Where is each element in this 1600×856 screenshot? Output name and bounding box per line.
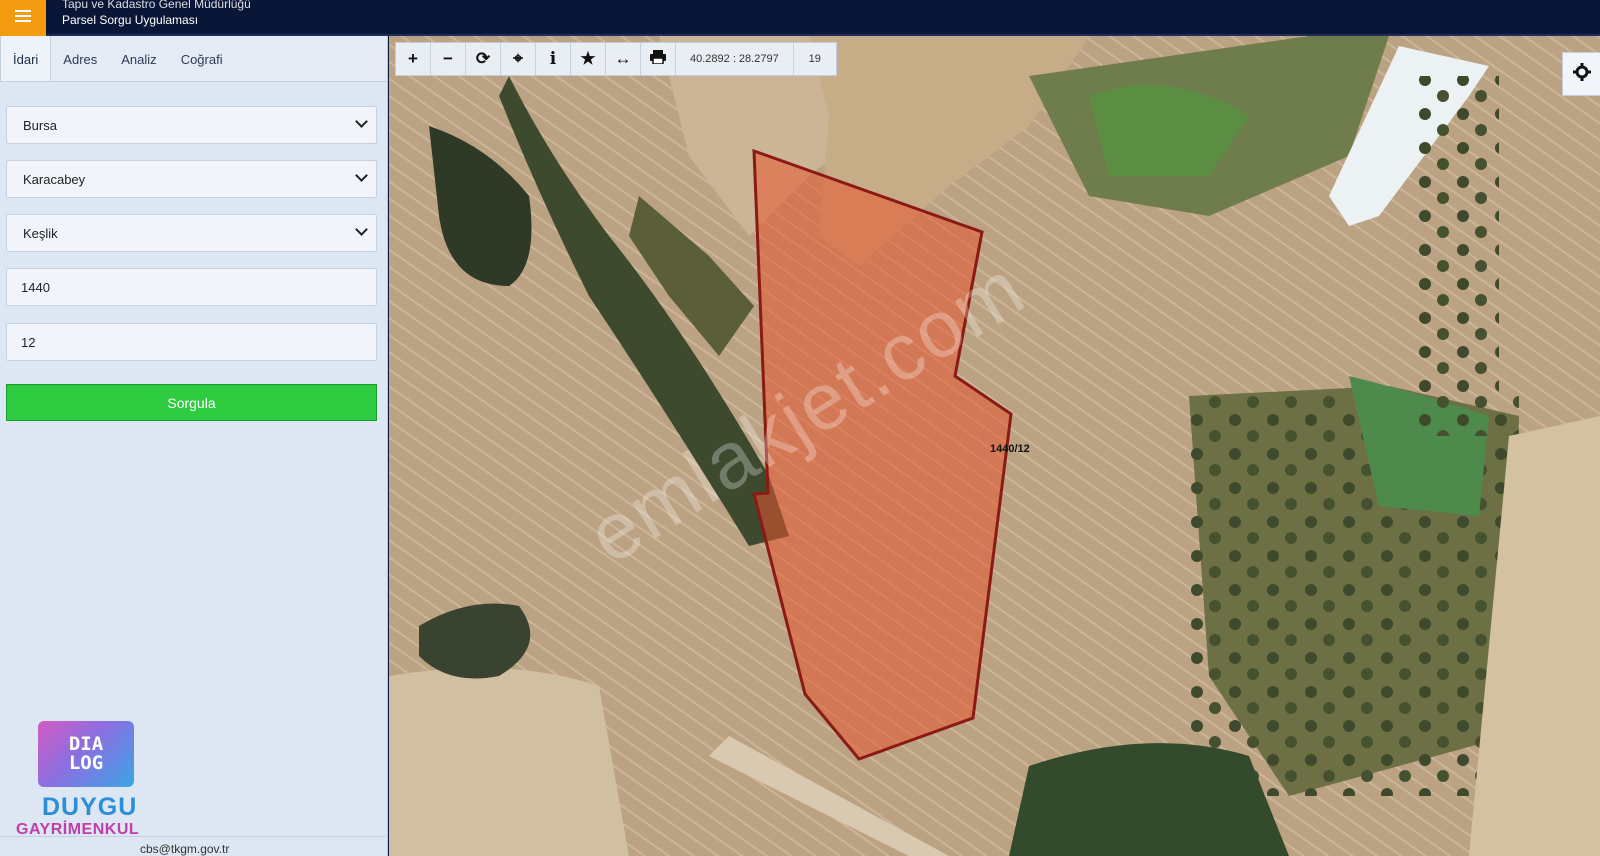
measure-icon: ↔ xyxy=(614,49,632,68)
menu-button[interactable] xyxy=(0,0,46,36)
print-button[interactable] xyxy=(641,43,676,75)
sidebar: İdari Adres Analiz Coğrafi Bursa Karacab… xyxy=(0,36,388,856)
measure-button[interactable]: ↔ xyxy=(606,43,641,75)
map-settings-button[interactable] xyxy=(1562,52,1600,96)
printer-icon xyxy=(650,49,666,69)
tab-cografi[interactable]: Coğrafi xyxy=(169,36,235,81)
star-icon: ★ xyxy=(580,49,596,68)
logo-name: DUYGU xyxy=(42,793,138,821)
block-number-value: 1440 xyxy=(21,279,50,295)
app-title: Parsel Sorgu Uygulaması xyxy=(62,13,199,27)
chevron-down-icon xyxy=(355,115,368,128)
plus-icon: + xyxy=(408,49,418,68)
province-value: Bursa xyxy=(23,117,57,133)
map-toolbar: + − ⟳ ⌖ i ★ ↔ 40.2892 : 28.2797 19 xyxy=(395,42,837,76)
query-button[interactable]: Sorgula xyxy=(6,384,377,421)
zoom-out-button[interactable]: − xyxy=(431,43,466,75)
chevron-down-icon xyxy=(355,169,368,182)
tab-bar: İdari Adres Analiz Coğrafi xyxy=(0,36,387,82)
tab-adres[interactable]: Adres xyxy=(51,36,109,81)
neighborhood-value: Keşlik xyxy=(23,225,58,241)
district-select[interactable]: Karacabey xyxy=(6,160,377,198)
chevron-down-icon xyxy=(355,223,368,236)
info-button[interactable]: i xyxy=(536,43,571,75)
tab-analiz[interactable]: Analiz xyxy=(109,36,168,81)
hamburger-icon xyxy=(15,9,31,27)
minus-icon: − xyxy=(443,49,453,68)
top-bar: Tapu ve Kadastro Genel Müdürlüğü Parsel … xyxy=(0,0,1600,36)
favorite-button[interactable]: ★ xyxy=(571,43,606,75)
coordinates-readout: 40.2892 : 28.2797 xyxy=(676,43,794,75)
district-value: Karacabey xyxy=(23,171,86,187)
crosshair-icon: ⌖ xyxy=(513,49,523,68)
zoom-level: 19 xyxy=(808,53,821,65)
logo-line2: LOG xyxy=(68,752,104,774)
map-view[interactable]: emlakjet.com 1440/12 + − ⟳ ⌖ i ★ ↔ 40.28… xyxy=(389,36,1600,856)
info-icon: i xyxy=(549,49,557,69)
province-select[interactable]: Bursa xyxy=(6,106,377,144)
tab-idari[interactable]: İdari xyxy=(0,36,52,81)
org-title: Tapu ve Kadastro Genel Müdürlüğü xyxy=(62,0,251,11)
block-number-input[interactable]: 1440 xyxy=(6,268,377,306)
logo-badge-text: DIA LOG xyxy=(46,729,126,779)
zoom-in-button[interactable]: + xyxy=(396,43,431,75)
refresh-button[interactable]: ⟳ xyxy=(466,43,501,75)
parcel-label: 1440/12 xyxy=(990,443,1030,455)
parcel-number-input[interactable]: 12 xyxy=(6,323,377,361)
logo-badge: DIA LOG xyxy=(38,721,134,787)
neighborhood-select[interactable]: Keşlik xyxy=(6,214,377,252)
app-titles: Tapu ve Kadastro Genel Müdürlüğü Parsel … xyxy=(62,0,251,28)
locate-button[interactable]: ⌖ xyxy=(501,43,536,75)
parcel-number-value: 12 xyxy=(21,334,36,350)
footer-divider xyxy=(0,836,388,837)
gear-icon xyxy=(1573,62,1591,86)
footer-email[interactable]: cbs@tkgm.gov.tr xyxy=(140,842,229,856)
refresh-icon: ⟳ xyxy=(475,49,491,68)
